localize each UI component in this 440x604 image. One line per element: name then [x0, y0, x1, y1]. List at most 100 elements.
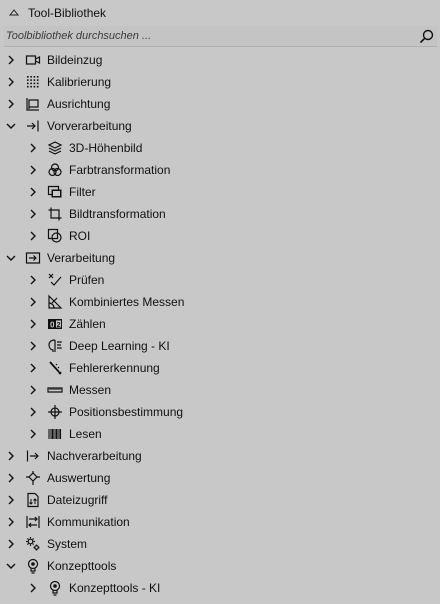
barcode-icon	[47, 426, 63, 442]
tree-item-dateizugriff[interactable]: Dateizugriff	[0, 489, 440, 511]
tree-item-label: Bildtransformation	[69, 207, 166, 221]
arrow-into-bar-icon	[25, 118, 41, 134]
align-icon	[25, 96, 41, 112]
tree-item-label: Farbtransformation	[69, 163, 171, 177]
tool-tree: Bildeinzug Kalibrierung Ausrichtung Vorvera…	[0, 49, 440, 599]
search-input[interactable]	[6, 27, 406, 45]
tree-item-label: Deep Learning - KI	[69, 339, 170, 353]
tree-item-label: Bildeinzug	[47, 53, 103, 67]
tree-item-ausrichtung[interactable]: Ausrichtung	[0, 93, 440, 115]
camera-icon	[25, 52, 41, 68]
tree-item-label: Dateizugriff	[47, 493, 108, 507]
tree-item-deep-learning-ki[interactable]: Deep Learning - KI	[0, 335, 440, 357]
chevron-right-icon[interactable]	[5, 54, 17, 66]
tree-item-label: Konzepttools	[47, 559, 117, 573]
svg-text:0: 0	[50, 321, 55, 330]
chevron-right-icon[interactable]	[27, 274, 39, 286]
tree-item-3d-höhenbild[interactable]: 3D-Höhenbild	[0, 137, 440, 159]
tree-item-label: Kommunikation	[47, 515, 130, 529]
chevron-right-icon[interactable]	[27, 428, 39, 440]
tree-item-prüfen[interactable]: Prüfen	[0, 269, 440, 291]
chevron-right-icon[interactable]	[27, 340, 39, 352]
chevron-right-icon[interactable]	[27, 164, 39, 176]
tree-item-konzepttools-ki[interactable]: Konzepttools - KI	[0, 577, 440, 599]
collapse-triangle-icon[interactable]	[8, 6, 20, 18]
tree-item-messen[interactable]: Messen	[0, 379, 440, 401]
check-cross-icon	[47, 272, 63, 288]
svg-text:2: 2	[57, 322, 61, 329]
tree-item-label: 3D-Höhenbild	[69, 141, 143, 155]
tree-item-system[interactable]: System	[0, 533, 440, 555]
chevron-right-icon[interactable]	[27, 384, 39, 396]
file-access-icon	[25, 492, 41, 508]
tree-item-positionsbestimmung[interactable]: Positionsbestimmung	[0, 401, 440, 423]
tree-item-kommunikation[interactable]: Kommunikation	[0, 511, 440, 533]
tree-item-filter[interactable]: Filter	[0, 181, 440, 203]
counter-icon: 02	[47, 316, 63, 332]
tree-item-label: Messen	[69, 383, 112, 397]
chevron-down-icon[interactable]	[5, 120, 17, 132]
chevron-right-icon[interactable]	[5, 494, 17, 506]
chevron-right-icon[interactable]	[27, 318, 39, 330]
color-circles-icon	[47, 162, 63, 178]
panel-header: Tool-Bibliothek	[0, 0, 440, 26]
chevron-right-icon[interactable]	[27, 208, 39, 220]
chevron-right-icon[interactable]	[27, 186, 39, 198]
chevron-down-icon[interactable]	[5, 252, 17, 264]
roi-icon	[47, 228, 63, 244]
lightbulb-icon	[25, 558, 41, 574]
chevron-right-icon[interactable]	[5, 516, 17, 528]
tree-item-kombiniertes-messen[interactable]: Kombiniertes Messen	[0, 291, 440, 313]
tree-item-konzepttools[interactable]: Konzepttools	[0, 555, 440, 577]
tree-item-label: ROI	[69, 229, 91, 243]
panel-title: Tool-Bibliothek	[28, 6, 107, 20]
tree-item-label: Kombiniertes Messen	[69, 295, 185, 309]
tree-item-fehlererkennung[interactable]: Fehlererkennung	[0, 357, 440, 379]
chevron-right-icon[interactable]	[27, 362, 39, 374]
tree-item-label: Kalibrierung	[47, 75, 112, 89]
chevron-right-icon[interactable]	[27, 406, 39, 418]
search-bar	[4, 26, 437, 47]
tree-item-zählen[interactable]: 0 2 Zählen	[0, 313, 440, 335]
gears-icon	[25, 536, 41, 552]
chevron-right-icon[interactable]	[27, 142, 39, 154]
chevron-right-icon[interactable]	[5, 76, 17, 88]
tree-item-lesen[interactable]: Lesen	[0, 423, 440, 445]
tree-item-verarbeitung[interactable]: Verarbeitung	[0, 247, 440, 269]
tree-item-farbtransformation[interactable]: Farbtransformation	[0, 159, 440, 181]
crosshair-icon	[47, 404, 63, 420]
chevron-right-icon[interactable]	[5, 98, 17, 110]
tree-item-label: Prüfen	[69, 273, 105, 287]
tree-item-label: Verarbeitung	[47, 251, 116, 265]
brain-icon	[47, 338, 63, 354]
tree-item-auswertung[interactable]: Auswertung	[0, 467, 440, 489]
lightbulb-icon	[47, 580, 63, 596]
layers-icon	[47, 140, 63, 156]
chevron-right-icon[interactable]	[5, 450, 17, 462]
bar-arrow-out-icon	[25, 448, 41, 464]
tree-item-bildtransformation[interactable]: Bildtransformation	[0, 203, 440, 225]
filter-window-icon	[47, 184, 63, 200]
tree-item-label: Lesen	[69, 427, 102, 441]
chevron-right-icon[interactable]	[27, 230, 39, 242]
tree-item-roi[interactable]: ROI	[0, 225, 440, 247]
tree-item-label: Vorverarbeitung	[47, 119, 132, 133]
tree-item-nachverarbeitung[interactable]: Nachverarbeitung	[0, 445, 440, 467]
chevron-down-icon[interactable]	[5, 560, 17, 572]
tree-item-bildeinzug[interactable]: Bildeinzug	[0, 49, 440, 71]
arrow-in-box-icon	[25, 250, 41, 266]
chevron-right-icon[interactable]	[27, 582, 39, 594]
grid-dots-icon	[25, 74, 41, 90]
decision-icon	[25, 470, 41, 486]
combined-measure-icon	[47, 294, 63, 310]
search-icon[interactable]	[419, 29, 434, 44]
tree-item-vorverarbeitung[interactable]: Vorverarbeitung	[0, 115, 440, 137]
tree-item-label: Nachverarbeitung	[47, 449, 142, 463]
chevron-right-icon[interactable]	[5, 472, 17, 484]
chevron-right-icon[interactable]	[5, 538, 17, 550]
tree-item-label: Filter	[69, 185, 96, 199]
chevron-right-icon[interactable]	[27, 296, 39, 308]
tree-item-kalibrierung[interactable]: Kalibrierung	[0, 71, 440, 93]
defect-icon	[47, 360, 63, 376]
tree-item-label: Ausrichtung	[47, 97, 111, 111]
